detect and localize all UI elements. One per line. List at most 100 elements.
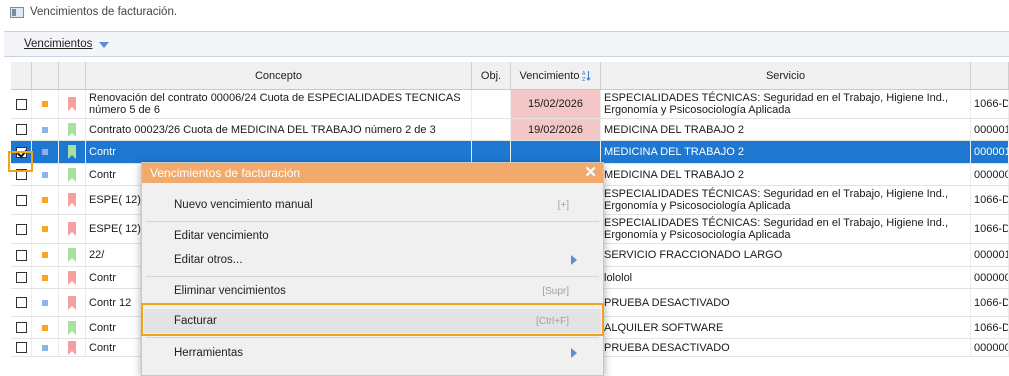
status-square-icon [42,274,48,281]
menu-item-editar-otros[interactable]: Editar otros... [144,248,601,272]
chevron-down-icon [99,41,110,48]
menu-item-label: Editar otros... [174,254,243,266]
menu-item-herramientas[interactable]: Herramientas [144,341,601,365]
menu-item-label: Editar vencimiento [174,230,269,242]
row-servicio: SERVICIO FRACCIONADO LARGO [601,244,971,266]
row-checkbox[interactable] [15,297,27,308]
row-flag-cell [59,289,86,316]
svg-text:Z: Z [582,77,586,81]
row-checkbox[interactable] [15,342,27,353]
row-concepto: Renovación del contrato 00006/24 Cuota d… [86,90,472,118]
row-checkbox[interactable] [15,98,27,110]
row-obj [472,90,511,118]
row-status-cell [32,339,59,356]
status-square-icon [42,126,48,133]
table-row[interactable]: Renovación del contrato 00006/24 Cuota d… [11,90,1009,119]
row-status-cell [32,244,59,266]
row-status-cell [32,289,59,316]
row-vencimiento [511,141,601,163]
menu-item-label: Nuevo vencimiento manual [174,199,313,211]
status-square-icon [42,149,48,155]
header-vencimiento[interactable]: Vencimiento A Z [511,62,601,89]
header-check-column[interactable] [11,62,32,89]
status-square-icon [42,226,48,232]
menu-item-label: Eliminar vencimientos [174,285,286,297]
row-servicio: ALQUILER SOFTWARE [601,317,971,338]
status-square-icon [42,197,48,203]
status-square-icon [42,101,48,107]
row-servicio: MEDICINA DEL TRABAJO 2 [601,141,971,163]
vencimientos-menu-button[interactable]: Vencimientos [18,35,115,53]
bookmark-flag-icon [68,145,76,159]
header-obj[interactable]: Obj. [472,62,511,89]
submenu-arrow-icon [571,348,577,358]
row-flag-cell [59,215,86,243]
row-check-cell [11,289,32,316]
row-flag-cell [59,244,86,266]
menu-item-label: Herramientas [174,347,244,359]
checkbox-highlight [8,151,33,172]
row-extra: 1066-D [971,289,1009,316]
row-status-cell [32,317,59,338]
header-status-column[interactable] [32,62,59,89]
row-servicio: ESPECIALIDADES TÉCNICAS: Seguridad en el… [601,186,971,214]
window-titlebar: Vencimientos de facturación. [0,0,1009,24]
row-concepto: Contrato 00023/26 Cuota de MEDICINA DEL … [86,119,472,140]
status-square-icon [42,171,48,178]
row-flag-cell [59,317,86,338]
row-checkbox[interactable] [15,249,27,261]
bookmark-flag-icon [68,167,76,182]
row-status-cell [32,141,59,163]
row-concepto: Contr [86,141,472,163]
bookmark-flag-icon [68,97,76,111]
row-checkbox[interactable] [15,194,27,206]
window-title: Vencimientos de facturación. [30,6,178,18]
row-check-cell [11,339,32,356]
menu-separator [146,337,599,338]
row-extra: 000000 [971,339,1009,356]
row-status-cell [32,90,59,118]
row-extra: 000001 [971,244,1009,266]
header-concepto[interactable]: Concepto [86,62,472,89]
header-flag-column[interactable] [59,62,86,89]
row-check-cell [11,215,32,243]
row-check-cell [11,244,32,266]
close-icon[interactable]: ✕ [584,165,597,181]
toolbar: Vencimientos [4,31,1009,57]
row-checkbox[interactable] [15,272,27,283]
submenu-arrow-icon [571,255,577,265]
bookmark-flag-icon [68,270,76,285]
menu-item-nuevo-vencimiento-manual[interactable]: Nuevo vencimiento manual [+] [144,193,601,217]
table-row[interactable]: Contrato 00023/26 Cuota de MEDICINA DEL … [11,119,1009,141]
row-servicio: ESPECIALIDADES TÉCNICAS: Seguridad en el… [601,215,971,243]
status-square-icon [42,344,48,351]
header-vencimiento-label: Vencimiento [519,69,580,82]
row-obj [472,119,511,140]
sort-ascending-icon: A Z [582,71,592,81]
row-vencimiento: 15/02/2026 [511,90,601,118]
context-menu: Vencimientos de facturación ✕ Nuevo venc… [141,162,604,376]
row-flag-cell [59,141,86,163]
menu-item-eliminar-vencimientos[interactable]: Eliminar vencimientos [Supr] [144,279,601,303]
row-servicio: PRUEBA DESACTIVADO [601,289,971,316]
bookmark-flag-icon [68,248,76,262]
bookmark-flag-icon [68,222,76,236]
bookmark-flag-icon [68,122,76,137]
row-extra: 000001 [971,119,1009,140]
row-flag-cell [59,90,86,118]
menu-item-editar-vencimiento[interactable]: Editar vencimiento [144,224,601,248]
row-flag-cell [59,119,86,140]
header-extra[interactable] [971,62,1009,89]
row-checkbox[interactable] [15,223,27,235]
table-row[interactable]: Contr MEDICINA DEL TRABAJO 2 000001 [11,141,1009,164]
row-checkbox[interactable] [15,322,27,333]
menu-item-shortcut: [+] [557,199,569,211]
row-check-cell [11,119,32,140]
row-extra: 1066-D [971,317,1009,338]
row-status-cell [32,164,59,185]
header-servicio[interactable]: Servicio [601,62,971,89]
row-servicio: MEDICINA DEL TRABAJO 2 [601,164,971,185]
row-checkbox[interactable] [15,124,27,135]
status-square-icon [42,299,48,306]
context-menu-title: Vencimientos de facturación [142,163,603,183]
